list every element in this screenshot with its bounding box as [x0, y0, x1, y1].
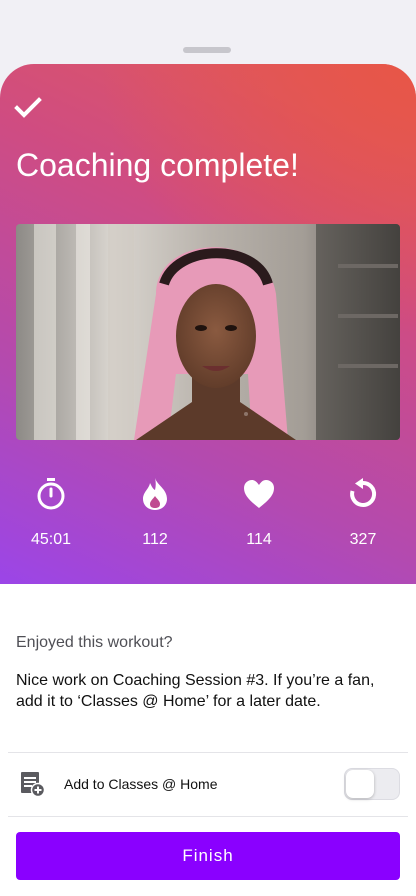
stat-reps-value: 327	[349, 531, 377, 548]
sheet-grabber[interactable]	[183, 47, 231, 53]
stopwatch-icon	[37, 478, 65, 510]
stat-heart-rate-value: 114	[246, 531, 272, 548]
feedback-question: Enjoyed this workout?	[16, 634, 173, 651]
divider	[8, 816, 408, 817]
finish-button[interactable]: Finish	[16, 832, 400, 880]
add-to-classes-toggle[interactable]	[344, 768, 400, 800]
summary-hero: Coaching complete! 45:01 112 114 327	[0, 64, 416, 584]
heart-icon	[244, 480, 274, 508]
instructor-photo	[16, 224, 400, 440]
replay-icon	[350, 478, 377, 507]
stat-heart-rate: 114	[223, 474, 295, 550]
page-title: Coaching complete!	[16, 147, 299, 183]
divider	[8, 752, 408, 753]
stat-calories: 112	[119, 474, 191, 550]
toggle-knob[interactable]	[346, 770, 374, 798]
add-to-classes-label: Add to Classes @ Home	[64, 776, 218, 792]
checkmark-icon	[14, 97, 42, 118]
feedback-message: Nice work on Coaching Session #3. If you…	[16, 672, 375, 710]
flame-icon	[143, 478, 167, 510]
stat-duration: 45:01	[15, 474, 87, 550]
add-to-list-icon	[21, 772, 46, 798]
completion-sheet: Coaching complete! 45:01 112 114 327 Enj…	[0, 64, 416, 896]
stat-duration-value: 45:01	[30, 531, 72, 548]
stat-calories-value: 112	[142, 531, 168, 548]
stat-reps: 327	[327, 474, 399, 550]
